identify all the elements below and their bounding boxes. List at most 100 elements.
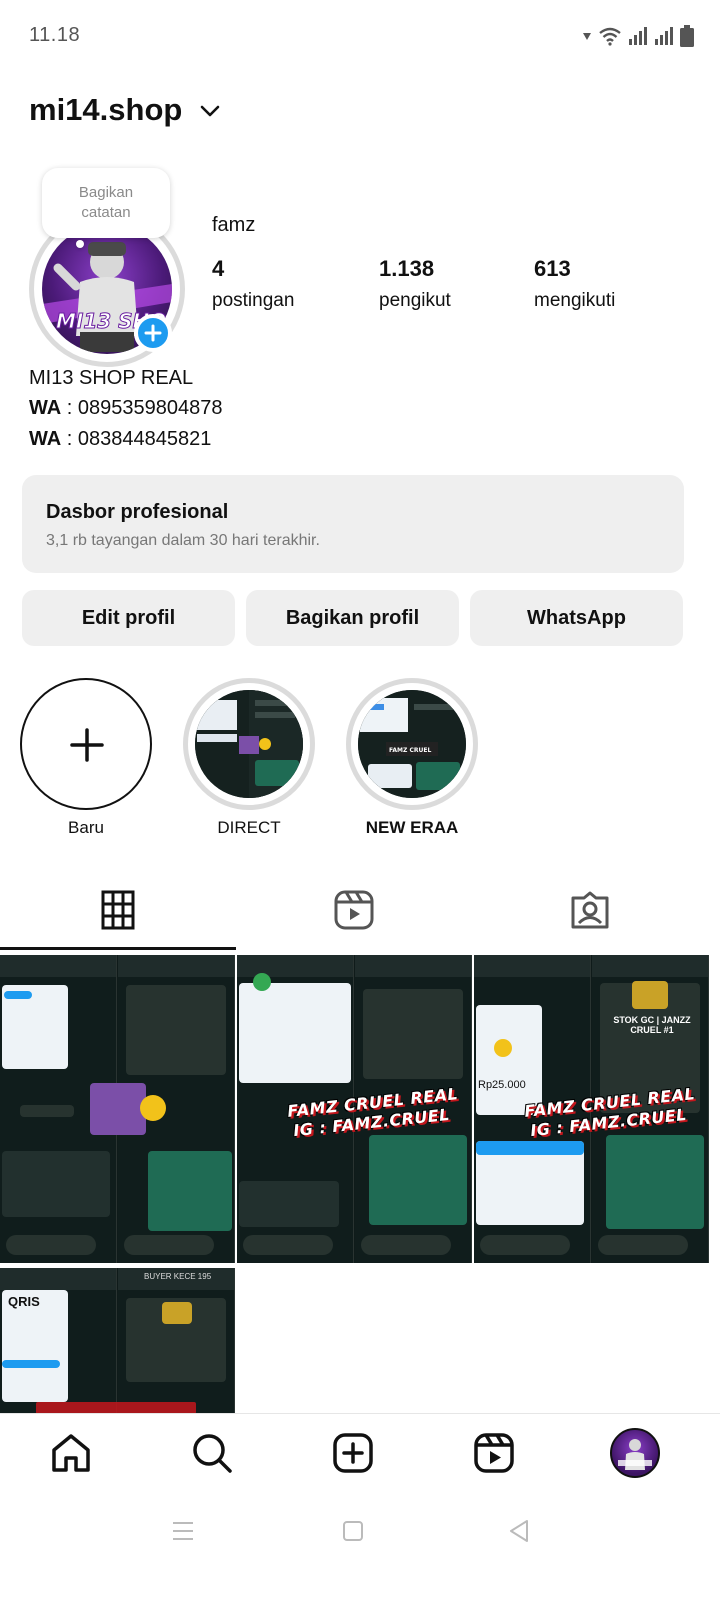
stat-followers-label: pengikut xyxy=(379,290,451,311)
nav-profile-avatar xyxy=(610,1428,660,1478)
forwarded-card xyxy=(2,1151,110,1217)
transfer-card-header xyxy=(476,1141,584,1155)
chat-header xyxy=(118,955,234,977)
bio-line-2: WA : 0895359804878 xyxy=(29,397,223,420)
chat-input xyxy=(598,1235,688,1255)
highlight-new[interactable]: Baru xyxy=(20,678,152,838)
bio-wa-label: WA xyxy=(29,397,62,419)
chat-input xyxy=(124,1235,214,1255)
post-thumbnail[interactable]: QRIS BUYER KECE 195 xyxy=(0,1268,235,1413)
highlight-new-circle xyxy=(20,678,152,810)
chat-contact-name: BUYER KECE 195 xyxy=(144,1272,212,1281)
nav-create[interactable] xyxy=(328,1428,378,1478)
add-story-button[interactable] xyxy=(134,314,172,352)
data-arrow-icon xyxy=(583,33,591,40)
note-bubble[interactable]: Bagikan catatan xyxy=(42,168,170,238)
tab-reels[interactable] xyxy=(236,870,471,950)
chat-bubble xyxy=(20,1105,74,1117)
home-square-icon[interactable] xyxy=(342,1518,364,1544)
svg-text:FAMZ CRUEL: FAMZ CRUEL xyxy=(389,747,431,754)
back-icon[interactable] xyxy=(508,1518,530,1544)
stock-title: STOK GC | JANZZ CRUEL #1 xyxy=(613,1015,691,1035)
bio-wa-label-2: WA xyxy=(29,428,62,450)
qris-bar xyxy=(2,1360,60,1368)
chat-input xyxy=(6,1235,96,1255)
stat-following[interactable]: 613 mengikuti xyxy=(534,256,615,312)
logo-sticker xyxy=(632,981,668,1009)
bio-line-1: MI13 SHOP REAL xyxy=(29,367,194,389)
chat-panel: BUYER KECE 195 xyxy=(118,1268,235,1413)
bio-wa-number-1: : 0895359804878 xyxy=(61,397,223,419)
forwarded-card xyxy=(239,1181,339,1227)
chat-input xyxy=(243,1235,333,1255)
highlight-direct-circle xyxy=(183,678,315,810)
share-profile-button[interactable]: Bagikan profil xyxy=(246,590,459,646)
grid-icon xyxy=(101,890,134,930)
highlight-new-eraa-thumbnail: FAMZ CRUEL xyxy=(358,690,466,798)
professional-dashboard[interactable]: Dasbor profesional 3,1 rb tayangan dalam… xyxy=(22,475,684,573)
note-text: Bagikan catatan xyxy=(78,184,134,221)
bio-wa-number-2: : 083844845821 xyxy=(61,428,212,450)
search-icon xyxy=(193,1434,232,1473)
highlight-new-eraa-circle: FAMZ CRUEL xyxy=(346,678,478,810)
chat-screenshot-thumbnail: FAMZ CRUEL xyxy=(358,690,466,798)
stat-following-value: 613 xyxy=(534,256,571,281)
chat-screenshot-thumbnail xyxy=(195,690,303,798)
status-time: 11.18 xyxy=(29,24,81,46)
plus-icon xyxy=(70,728,104,762)
tab-posts-grid[interactable] xyxy=(0,870,235,950)
wifi-icon xyxy=(599,27,621,46)
stat-followers-value: 1.138 xyxy=(379,256,435,281)
payment-card xyxy=(476,1005,542,1115)
home-icon xyxy=(52,1434,90,1472)
chat-input xyxy=(480,1235,570,1255)
reels-icon xyxy=(334,890,373,930)
stat-followers[interactable]: 1.138 pengikut xyxy=(379,256,451,312)
coin-icon xyxy=(494,1039,512,1057)
highlight-new-eraa-label: NEW ERAA xyxy=(365,818,459,837)
highlight-direct-thumbnail xyxy=(195,690,303,798)
nav-search[interactable] xyxy=(187,1428,237,1478)
nav-profile[interactable] xyxy=(610,1428,660,1478)
tagged-icon xyxy=(571,891,608,929)
chevron-down-icon[interactable] xyxy=(200,104,220,118)
chat-bubble xyxy=(148,1151,232,1231)
highlight-direct[interactable]: DIRECT xyxy=(183,678,315,838)
dana-logo xyxy=(4,991,32,999)
profile-tabs xyxy=(0,870,720,950)
logo-sticker xyxy=(162,1302,192,1324)
reels-icon xyxy=(474,1433,514,1473)
plus-icon xyxy=(144,324,162,342)
qris-logo: QRIS xyxy=(8,1294,40,1309)
chat-panel: QRIS xyxy=(0,1268,117,1413)
chat-menu xyxy=(126,985,226,1075)
sticker-image xyxy=(90,1083,146,1135)
chat-bubble xyxy=(369,1135,467,1225)
chat-header xyxy=(0,955,116,977)
create-post-icon xyxy=(333,1433,373,1473)
system-icons xyxy=(582,22,694,50)
nav-reels[interactable] xyxy=(469,1428,519,1478)
post-thumbnail[interactable] xyxy=(0,955,235,1263)
dashboard-subtitle: 3,1 rb tayangan dalam 30 hari terakhir. xyxy=(46,532,320,549)
menu-icon[interactable] xyxy=(172,1518,194,1544)
edit-profile-button[interactable]: Edit profil xyxy=(22,590,235,646)
highlight-new-eraa[interactable]: FAMZ CRUEL NEW ERAA xyxy=(346,678,478,838)
chat-bubble xyxy=(363,989,463,1079)
signal-icon-2 xyxy=(655,27,673,45)
whatsapp-button[interactable]: WhatsApp xyxy=(470,590,683,646)
post-thumbnail[interactable]: Rp25.000 STOK GC | JANZZ CRUEL #1 FAMZ C… xyxy=(474,955,709,1263)
highlight-direct-label: DIRECT xyxy=(217,818,281,837)
chat-header xyxy=(592,955,708,977)
chat-input xyxy=(361,1235,451,1255)
signal-icon-1 xyxy=(629,27,647,45)
chat-header xyxy=(0,1268,116,1290)
tab-tagged[interactable] xyxy=(472,870,707,950)
stat-posts[interactable]: 4 postingan xyxy=(212,256,294,312)
post-thumbnail[interactable]: FAMZ CRUEL REAL IG : FAMZ.CRUEL xyxy=(237,955,472,1263)
watermark-partial xyxy=(36,1402,196,1413)
nav-home[interactable] xyxy=(46,1428,96,1478)
avatar-illustration xyxy=(618,1439,652,1470)
account-username[interactable]: mi14.shop xyxy=(29,92,182,128)
system-navigation-bar xyxy=(0,1500,720,1600)
